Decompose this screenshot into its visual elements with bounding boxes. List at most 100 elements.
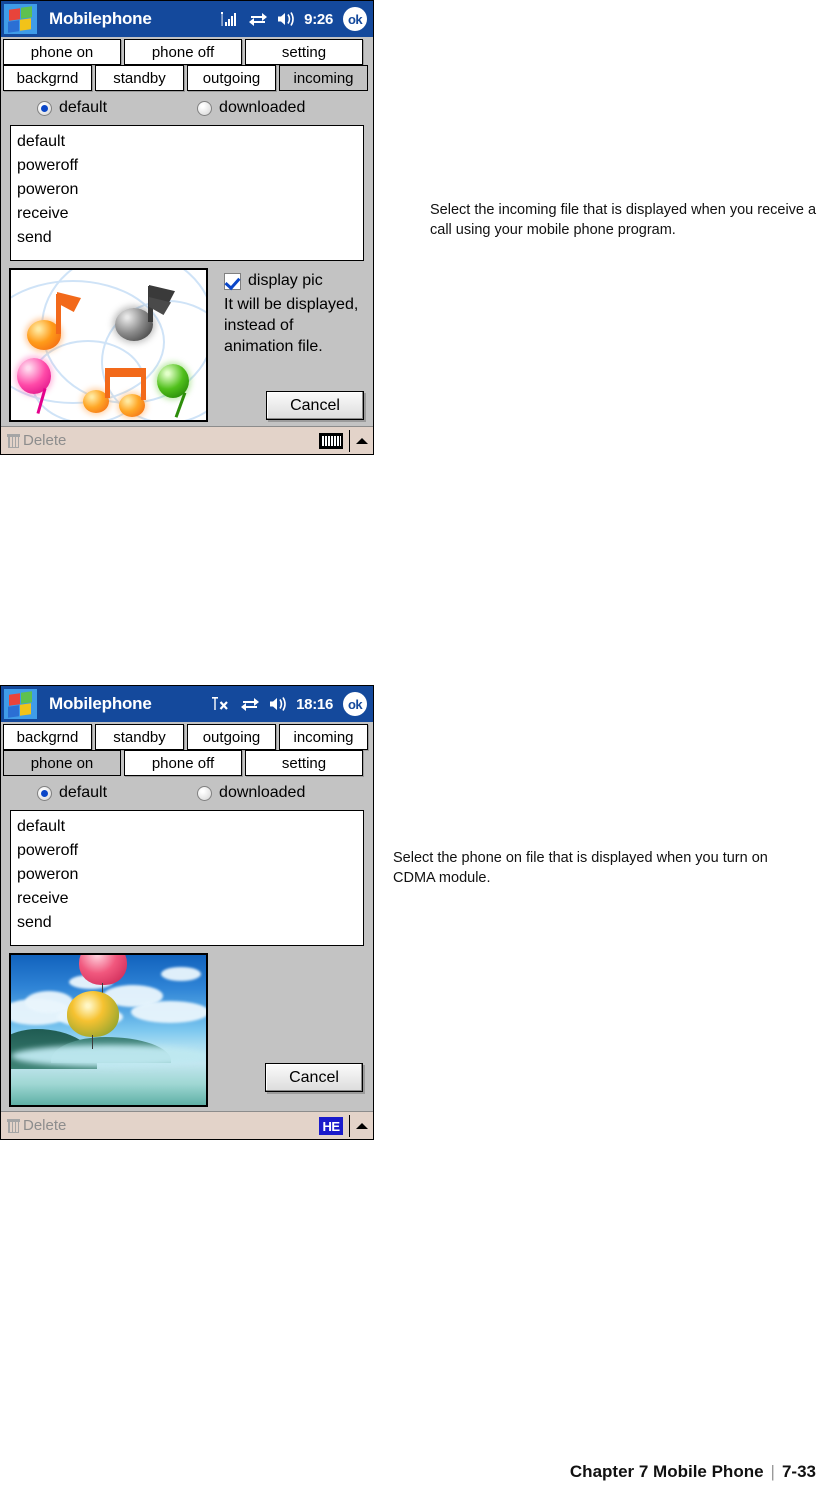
- delete-label: Delete: [23, 432, 67, 449]
- connectivity-icon[interactable]: [248, 11, 268, 27]
- radio-downloaded-indicator[interactable]: [197, 100, 213, 116]
- list-item[interactable]: default: [17, 130, 357, 154]
- description-incoming: Select the incoming file that is display…: [430, 202, 817, 238]
- radio-downloaded[interactable]: downloaded: [197, 99, 305, 117]
- tab-incoming[interactable]: incoming: [279, 724, 368, 750]
- radio-downloaded-indicator[interactable]: [197, 785, 213, 801]
- delete-label: Delete: [23, 1117, 67, 1134]
- list-item[interactable]: poweroff: [17, 154, 357, 178]
- radio-downloaded[interactable]: downloaded: [197, 784, 305, 802]
- titlebar: Mobilephone: [1, 686, 373, 722]
- tab-phone-off[interactable]: phone off: [124, 750, 242, 776]
- cancel-button[interactable]: Cancel: [266, 391, 364, 420]
- preview-row: Cancel: [9, 946, 365, 1111]
- tab-incoming[interactable]: incoming: [279, 65, 368, 91]
- app-title: Mobilephone: [49, 694, 152, 713]
- statusbar-right: HE: [319, 1112, 368, 1140]
- list-item[interactable]: poweron: [17, 178, 357, 202]
- caret-up-icon[interactable]: [356, 438, 368, 444]
- ok-button[interactable]: ok: [343, 692, 367, 716]
- tab-outgoing[interactable]: outgoing: [187, 65, 276, 91]
- list-item[interactable]: default: [17, 815, 357, 839]
- caret-up-icon[interactable]: [356, 1123, 368, 1129]
- preview-side-panel: display pic It will be displayed, instea…: [208, 268, 365, 422]
- preview-image-sky-balloons: [9, 953, 208, 1107]
- list-item[interactable]: send: [17, 226, 357, 250]
- windows-logo-icon: [4, 689, 37, 719]
- file-listbox[interactable]: default poweroff poweron receive send: [10, 125, 364, 261]
- titlebar: Mobilephone: [1, 1, 373, 37]
- speaker-icon[interactable]: [268, 696, 288, 712]
- divider: [349, 1115, 350, 1137]
- keyboard-icon[interactable]: [319, 433, 343, 449]
- pda-screenshot-incoming: Mobilephone 9:26 ok phone on phone off s…: [0, 0, 374, 455]
- footer-page-number: 7-33: [781, 1462, 816, 1481]
- cancel-button[interactable]: Cancel: [265, 1063, 363, 1092]
- file-listbox[interactable]: default poweroff poweron receive send: [10, 810, 364, 946]
- list-item[interactable]: receive: [17, 202, 357, 226]
- app-title: Mobilephone: [49, 9, 152, 28]
- content-area: default downloaded default poweroff powe…: [1, 776, 373, 1111]
- delete-button[interactable]: Delete: [7, 1117, 66, 1134]
- he-input-icon[interactable]: HE: [319, 1117, 343, 1135]
- tab-backgrnd[interactable]: backgrnd: [3, 65, 92, 91]
- tab-phone-on[interactable]: phone on: [3, 750, 121, 776]
- source-radio-group: default downloaded: [9, 776, 365, 810]
- page-footer: Chapter 7 Mobile Phone | 7-33: [570, 1462, 816, 1482]
- display-pic-hint: It will be displayed, instead of animati…: [224, 296, 359, 355]
- radio-downloaded-label: downloaded: [219, 99, 306, 116]
- radio-default[interactable]: default: [37, 99, 107, 117]
- display-pic-checkbox-indicator[interactable]: [224, 272, 241, 290]
- preview-image-music-notes: [9, 268, 208, 422]
- delete-button[interactable]: Delete: [7, 432, 66, 449]
- tab-backgrnd[interactable]: backgrnd: [3, 724, 92, 750]
- speaker-icon[interactable]: [276, 11, 296, 27]
- clock-time: 18:16: [296, 695, 333, 713]
- trash-icon: [7, 433, 20, 448]
- source-radio-group: default downloaded: [9, 91, 365, 125]
- tab-phone-off[interactable]: phone off: [124, 39, 242, 65]
- tab-row-sound-types: backgrnd standby outgoing incoming: [1, 722, 373, 750]
- radio-default-label: default: [59, 99, 108, 116]
- titlebar-icons: 18:16 ok: [211, 686, 367, 722]
- connectivity-icon[interactable]: [240, 696, 260, 712]
- tab-standby[interactable]: standby: [95, 724, 184, 750]
- footer-chapter: Chapter 7 Mobile Phone: [569, 1462, 764, 1481]
- divider: [349, 430, 350, 452]
- tab-row-sound-types: backgrnd standby outgoing incoming: [1, 65, 373, 91]
- footer-separator: |: [770, 1462, 775, 1481]
- list-item[interactable]: poweroff: [17, 839, 357, 863]
- preview-row: display pic It will be displayed, instea…: [9, 261, 365, 426]
- tab-setting[interactable]: setting: [245, 750, 363, 776]
- trash-icon: [7, 1118, 20, 1133]
- tab-row-phone-modes: phone on phone off setting: [1, 37, 373, 65]
- signal-bars-icon[interactable]: [220, 11, 240, 28]
- no-signal-icon[interactable]: [211, 696, 232, 713]
- pda-screenshot-phone-on: Mobilephone 18:16 ok backgrnd standby ou…: [0, 685, 374, 1140]
- statusbar: Delete HE: [1, 1111, 373, 1139]
- tab-outgoing[interactable]: outgoing: [187, 724, 276, 750]
- radio-default-label: default: [59, 784, 108, 801]
- statusbar-right: [319, 427, 368, 455]
- display-pic-label: display pic: [248, 272, 323, 289]
- display-pic-checkbox[interactable]: display pic: [224, 272, 365, 290]
- radio-downloaded-label: downloaded: [219, 784, 306, 801]
- description-phone-on: Select the phone on file that is display…: [393, 850, 768, 886]
- tab-phone-on[interactable]: phone on: [3, 39, 121, 65]
- tab-setting[interactable]: setting: [245, 39, 363, 65]
- statusbar: Delete: [1, 426, 373, 454]
- preview-side-panel: Cancel: [208, 953, 365, 1107]
- windows-logo-icon: [4, 4, 37, 34]
- list-item[interactable]: send: [17, 911, 357, 935]
- list-item[interactable]: poweron: [17, 863, 357, 887]
- tab-row-phone-modes: phone on phone off setting: [1, 750, 373, 776]
- ok-button[interactable]: ok: [343, 7, 367, 31]
- content-area: default downloaded default poweroff powe…: [1, 91, 373, 426]
- radio-default[interactable]: default: [37, 784, 107, 802]
- list-item[interactable]: receive: [17, 887, 357, 911]
- titlebar-icons: 9:26 ok: [220, 1, 367, 37]
- clock-time: 9:26: [304, 10, 333, 28]
- radio-default-indicator[interactable]: [37, 100, 52, 116]
- radio-default-indicator[interactable]: [37, 785, 52, 801]
- tab-standby[interactable]: standby: [95, 65, 184, 91]
